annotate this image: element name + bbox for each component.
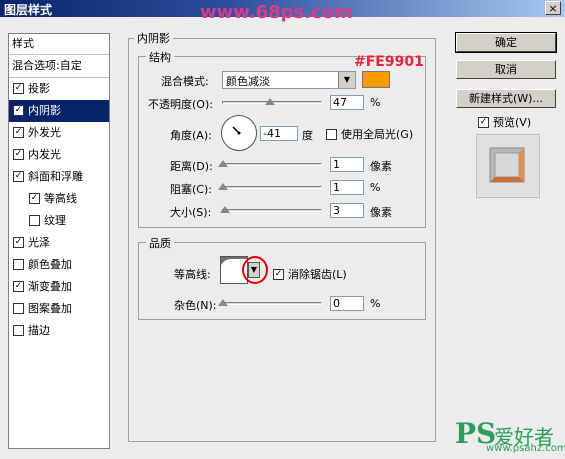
new-style-button[interactable]: 新建样式(W)...	[456, 89, 556, 108]
antialias-checkbox[interactable]: ✓ 消除锯齿(L)	[273, 266, 347, 282]
window-title: 图层样式	[4, 3, 53, 17]
structure-title: 结构	[146, 49, 174, 65]
style-list-item-label: 内发光	[28, 148, 61, 161]
style-list: 样式 混合选项:自定 ✓ 投影 ✓ 内阴影 ✓ 外发光 ✓ 内发光 ✓ 斜面和浮雕 ✓ 等高线纹理 ✓ 光…	[8, 33, 110, 449]
distance-slider[interactable]	[222, 163, 322, 166]
checkbox-icon[interactable]: ✓	[13, 148, 24, 160]
checkbox-icon[interactable]	[13, 302, 24, 314]
distance-slider-thumb[interactable]	[218, 160, 228, 167]
choke-unit: %	[370, 181, 381, 194]
checkbox-icon[interactable]: ✓	[13, 126, 24, 138]
choke-input[interactable]: 1	[330, 180, 364, 195]
style-list-item[interactable]: 图案叠加	[9, 298, 109, 320]
size-unit: 像素	[370, 206, 392, 219]
style-list-item-label: 投影	[28, 82, 50, 95]
global-light-checkbox[interactable]: 使用全局光(G)	[326, 126, 413, 142]
shadow-color-swatch[interactable]	[362, 71, 390, 88]
highlight-circle	[242, 256, 268, 284]
preview-thumbnail	[489, 147, 525, 183]
style-list-item[interactable]: ✓ 光泽	[9, 232, 109, 254]
opacity-input[interactable]: 47	[330, 95, 364, 110]
size-label: 大小(S):	[170, 206, 212, 219]
noise-label: 杂色(N):	[174, 299, 217, 312]
style-list-item-label: 渐变叠加	[28, 280, 72, 293]
size-input[interactable]: 3	[330, 203, 364, 218]
preview-check[interactable]: ✓	[478, 116, 489, 128]
opacity-slider-thumb[interactable]	[265, 98, 275, 105]
checkbox-icon[interactable]: ✓	[13, 170, 24, 182]
style-list-item[interactable]: ✓ 等高线	[9, 188, 109, 210]
style-list-item-label: 纹理	[44, 214, 66, 227]
color-annotation: #FE9901	[354, 54, 424, 70]
choke-label: 阻塞(C):	[170, 183, 212, 196]
global-light-check[interactable]	[326, 128, 337, 140]
style-list-item[interactable]: ✓ 投影	[9, 78, 109, 100]
noise-slider-thumb[interactable]	[218, 299, 228, 306]
contour-label: 等高线:	[174, 268, 211, 281]
distance-unit: 像素	[370, 160, 392, 173]
quality-title: 品质	[146, 235, 174, 251]
style-list-header[interactable]: 样式	[9, 34, 109, 55]
cancel-button[interactable]: 取消	[456, 60, 556, 79]
style-list-item-label: 斜面和浮雕	[28, 170, 83, 183]
style-list-item-label: 图案叠加	[28, 302, 72, 315]
angle-dial-needle	[232, 126, 241, 135]
style-list-item-label: 颜色叠加	[28, 258, 72, 271]
blend-mode-value: 颜色减淡	[226, 75, 270, 88]
blend-options-item[interactable]: 混合选项:自定	[9, 55, 109, 78]
style-list-item[interactable]: 纹理	[9, 210, 109, 232]
checkbox-icon[interactable]: ✓	[13, 104, 24, 116]
angle-dial[interactable]	[221, 115, 257, 151]
style-list-item[interactable]: 颜色叠加	[9, 254, 109, 276]
noise-slider[interactable]	[222, 302, 322, 305]
watermark-url: www.psahz.com	[486, 443, 565, 454]
noise-input[interactable]: 0	[330, 296, 364, 311]
checkbox-icon[interactable]: ✓	[13, 236, 24, 248]
style-list-item[interactable]: ✓ 外发光	[9, 122, 109, 144]
angle-label: 角度(A):	[170, 129, 212, 142]
chevron-down-icon: ▼	[338, 72, 355, 88]
style-list-item-label: 光泽	[28, 236, 50, 249]
style-list-item[interactable]: 描边	[9, 320, 109, 342]
checkbox-icon[interactable]	[13, 324, 24, 336]
style-list-item[interactable]: ✓ 内发光	[9, 144, 109, 166]
distance-label: 距离(D):	[170, 160, 213, 173]
preview-label: 预览(V)	[493, 116, 532, 129]
checkbox-icon[interactable]: ✓	[13, 82, 24, 94]
opacity-unit: %	[370, 96, 381, 109]
blend-mode-label: 混合模式:	[161, 75, 209, 88]
checkbox-icon[interactable]: ✓	[13, 280, 24, 292]
title-bar: 图层样式 www.68ps.com ×	[0, 0, 565, 23]
preview-checkbox[interactable]: ✓ 预览(V)	[478, 114, 531, 130]
angle-unit: 度	[302, 129, 313, 142]
checkbox-icon[interactable]	[29, 214, 40, 226]
style-list-item-label: 内阴影	[28, 104, 61, 117]
antialias-check[interactable]: ✓	[273, 268, 284, 280]
blend-mode-select[interactable]: 颜色减淡 ▼	[222, 71, 356, 89]
close-button[interactable]: ×	[545, 1, 561, 15]
opacity-label: 不透明度(O):	[148, 98, 213, 111]
distance-input[interactable]: 1	[330, 157, 364, 172]
noise-unit: %	[370, 297, 381, 310]
size-slider[interactable]	[222, 209, 322, 212]
checkbox-icon[interactable]: ✓	[29, 192, 40, 204]
ok-button[interactable]: 确定	[455, 32, 557, 53]
style-list-item-label: 描边	[28, 324, 50, 337]
style-list-item[interactable]: ✓ 渐变叠加	[9, 276, 109, 298]
style-preview	[476, 134, 540, 198]
checkbox-icon[interactable]	[13, 258, 24, 270]
antialias-label: 消除锯齿(L)	[288, 268, 347, 281]
style-list-item-label: 外发光	[28, 126, 61, 139]
size-slider-thumb[interactable]	[220, 206, 230, 213]
inner-shadow-title: 内阴影	[134, 30, 173, 46]
style-list-item[interactable]: ✓ 斜面和浮雕	[9, 166, 109, 188]
global-light-label: 使用全局光(G)	[341, 128, 414, 141]
angle-input[interactable]: -41	[260, 126, 298, 141]
choke-slider[interactable]	[222, 186, 322, 189]
style-list-item[interactable]: ✓ 内阴影	[9, 100, 109, 122]
style-list-item-label: 等高线	[44, 192, 77, 205]
watermark-top: www.68ps.com	[200, 2, 353, 23]
choke-slider-thumb[interactable]	[218, 183, 228, 190]
